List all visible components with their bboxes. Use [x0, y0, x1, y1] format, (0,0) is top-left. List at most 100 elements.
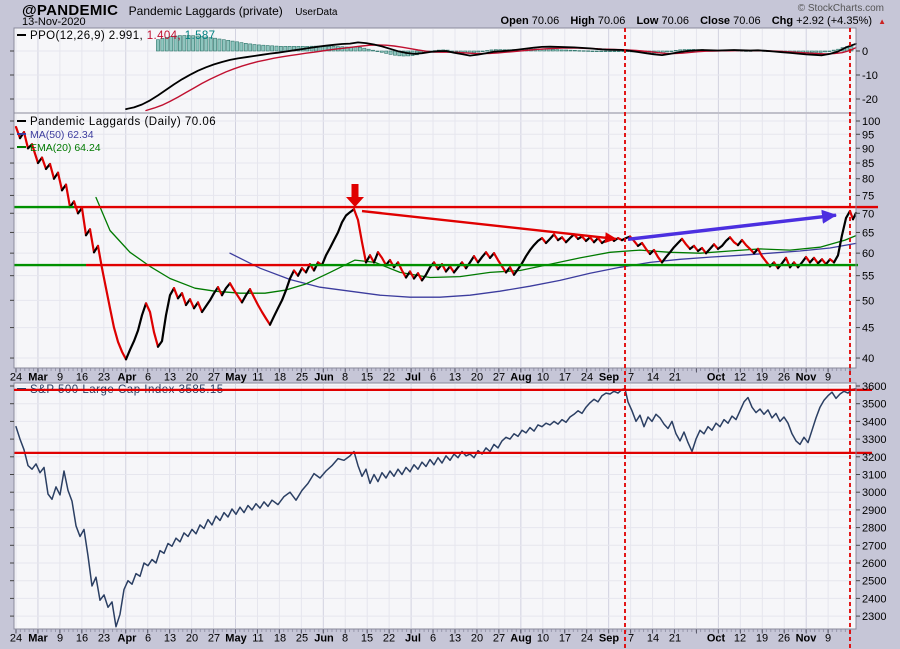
- ppo-histogram-bar: [222, 40, 225, 51]
- date-label: 13: [449, 372, 461, 384]
- y-axis-label: 45: [862, 323, 874, 335]
- date-label: 18: [274, 633, 286, 645]
- date-label: 20: [471, 633, 483, 645]
- y-axis-label: 3000: [862, 487, 886, 499]
- ppo-histogram-bar: [240, 43, 243, 51]
- date-label: Jun: [314, 633, 334, 645]
- ppo-histogram-bar: [569, 50, 572, 51]
- date-label: 15: [361, 633, 373, 645]
- ppo-histogram-bar: [266, 46, 269, 52]
- ppo-histogram-bar: [810, 51, 813, 52]
- ppo-histogram-bar: [556, 50, 559, 51]
- y-axis-label: 55: [862, 271, 874, 283]
- date-label: 13: [164, 372, 176, 384]
- date-label: 14: [647, 633, 659, 645]
- open-value: 70.06: [532, 15, 560, 27]
- date-label: 20: [471, 372, 483, 384]
- ppo-legend-label: PPO(12,26,9) 2.991,: [30, 30, 143, 42]
- ppo-histogram-bar: [244, 43, 247, 51]
- date-label: Oct: [707, 633, 726, 645]
- ppo-histogram-bar: [249, 44, 252, 51]
- ppo-histogram-bar: [665, 51, 668, 52]
- ppo-histogram-bar: [227, 40, 230, 51]
- change-up-icon: ▲: [878, 17, 886, 26]
- date-label: 22: [383, 633, 395, 645]
- date-label: 8: [342, 372, 348, 384]
- date-label: 15: [361, 372, 373, 384]
- ppo-histogram-bar: [389, 51, 392, 54]
- chart-date: 13-Nov-2020: [22, 16, 86, 28]
- ppo-histogram-bar: [565, 50, 568, 51]
- open-label: Open: [501, 15, 529, 27]
- ppo-histogram-bar: [231, 41, 234, 51]
- ppo-histogram-bar: [477, 51, 480, 52]
- ppo-histogram-bar: [828, 51, 831, 52]
- ppo-histogram-bar: [253, 45, 256, 52]
- date-label: 26: [778, 633, 790, 645]
- y-axis-label: 3500: [862, 399, 886, 411]
- date-label: Aug: [510, 633, 531, 645]
- ppo-signal-value: 1.404,: [147, 30, 181, 42]
- date-label: 16: [76, 633, 88, 645]
- ppo-histogram-bar: [371, 50, 374, 51]
- date-label: 6: [145, 633, 151, 645]
- date-label: 9: [57, 372, 63, 384]
- y-axis-label: 0: [862, 46, 868, 58]
- date-label: Mar: [28, 372, 48, 384]
- close-value: 70.06: [733, 15, 761, 27]
- y-axis-label: 75: [862, 190, 874, 202]
- date-label: Sep: [599, 372, 619, 384]
- date-label: 13: [449, 633, 461, 645]
- date-label: 16: [76, 372, 88, 384]
- y-axis-label: 3600: [862, 381, 886, 393]
- y-axis-label: 60: [862, 248, 874, 260]
- high-label: High: [570, 15, 594, 27]
- date-label: Nov: [796, 633, 818, 645]
- ppo-histogram-bar: [275, 46, 278, 51]
- y-axis-label: 95: [862, 129, 874, 141]
- date-label: 24: [10, 372, 22, 384]
- ppo-histogram-bar: [560, 50, 563, 51]
- ppo-legend: PPO(12,26,9) 2.991, 1.404, 1.587: [17, 30, 215, 43]
- date-label: 9: [825, 372, 831, 384]
- date-label: 24: [10, 633, 22, 645]
- ppo-histogram-bar: [481, 51, 484, 52]
- chart-canvas: 0-10-20100959085807570656055504540360035…: [0, 0, 900, 649]
- date-label: 27: [208, 633, 220, 645]
- y-axis-label: 2600: [862, 558, 886, 570]
- ppo-histogram-bar: [257, 45, 260, 51]
- stockcharts-chart-page: 0-10-20100959085807570656055504540360035…: [0, 0, 900, 649]
- date-label: 11: [252, 633, 263, 645]
- ma50-legend-label: MA(50) 62.34: [30, 129, 94, 141]
- stockcharts-credit-link[interactable]: © StockCharts.com: [798, 3, 884, 14]
- ppo-histogram-bar: [578, 51, 581, 52]
- date-label: 9: [57, 633, 63, 645]
- date-label: Oct: [707, 372, 726, 384]
- date-label: 7: [628, 633, 634, 645]
- ppo-histogram-bar: [486, 51, 489, 52]
- date-label: Sep: [599, 633, 619, 645]
- price-legend-label: Pandemic Laggards (Daily) 70.06: [30, 116, 216, 128]
- y-axis-label: 2500: [862, 576, 886, 588]
- ppo-histogram-bar: [674, 50, 677, 51]
- ppo-histogram-bar: [823, 51, 826, 52]
- ppo-histogram-bar: [595, 51, 598, 52]
- ppo-histogram-bar: [235, 42, 238, 51]
- date-label: Mar: [28, 633, 48, 645]
- date-label: 18: [274, 372, 286, 384]
- price-legend: Pandemic Laggards (Daily) 70.06 MA(50) 6…: [17, 116, 216, 155]
- date-label: 7: [628, 372, 634, 384]
- date-label: Apr: [118, 372, 138, 384]
- date-label: 6: [430, 372, 436, 384]
- ppo-histogram-bar: [284, 46, 287, 51]
- price-legend-row: Pandemic Laggards (Daily) 70.06: [17, 116, 216, 129]
- ppo-histogram-bar: [393, 51, 396, 55]
- date-label: 8: [342, 633, 348, 645]
- ppo-hist-value: 1.587: [185, 30, 216, 42]
- ppo-histogram-bar: [573, 50, 576, 51]
- y-axis-label: 2400: [862, 593, 886, 605]
- ppo-histogram-bar: [380, 51, 383, 52]
- date-label: 14: [647, 372, 659, 384]
- chg-value: +2.92 (+4.35%): [796, 15, 872, 27]
- date-label: 17: [559, 633, 571, 645]
